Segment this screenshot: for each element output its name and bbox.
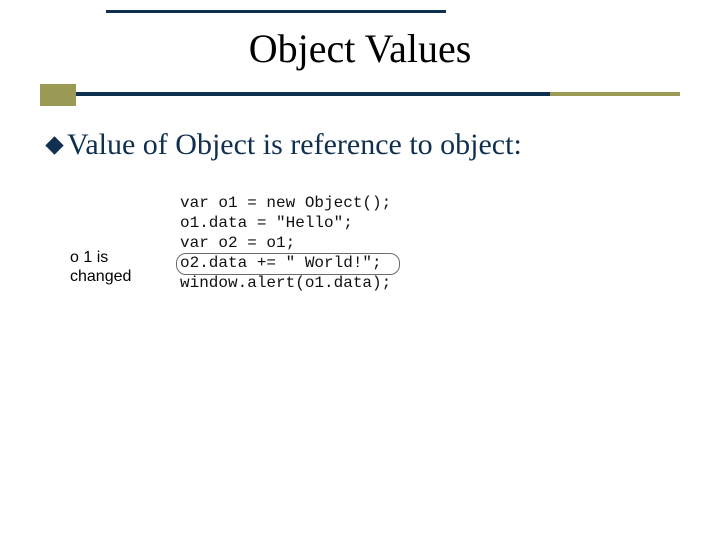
code-line-3: var o2 = o1; bbox=[180, 234, 295, 252]
top-rule bbox=[106, 10, 446, 13]
divider bbox=[40, 92, 680, 100]
annotation: o 1 is changed bbox=[70, 248, 160, 286]
annotation-line-2: changed bbox=[70, 268, 131, 285]
slide-title: Object Values bbox=[0, 25, 720, 72]
divider-main-line bbox=[76, 92, 550, 96]
bullet-row: Value of Object is reference to object: bbox=[48, 128, 668, 162]
code-line-2: o1.data = "Hello"; bbox=[180, 214, 353, 232]
slide: Object Values Value of Object is referen… bbox=[0, 0, 720, 540]
code-block: var o1 = new Object(); o1.data = "Hello"… bbox=[180, 193, 391, 293]
code-line-4: o2.data += " World!"; bbox=[180, 254, 382, 272]
bullet-icon bbox=[45, 136, 63, 154]
code-line-1: var o1 = new Object(); bbox=[180, 194, 391, 212]
bullet-text: Value of Object is reference to object: bbox=[67, 128, 522, 161]
divider-accent-box bbox=[40, 84, 76, 106]
divider-accent-line bbox=[550, 92, 680, 96]
annotation-line-1: o 1 is bbox=[70, 249, 108, 266]
code-line-5: window.alert(o1.data); bbox=[180, 274, 391, 292]
